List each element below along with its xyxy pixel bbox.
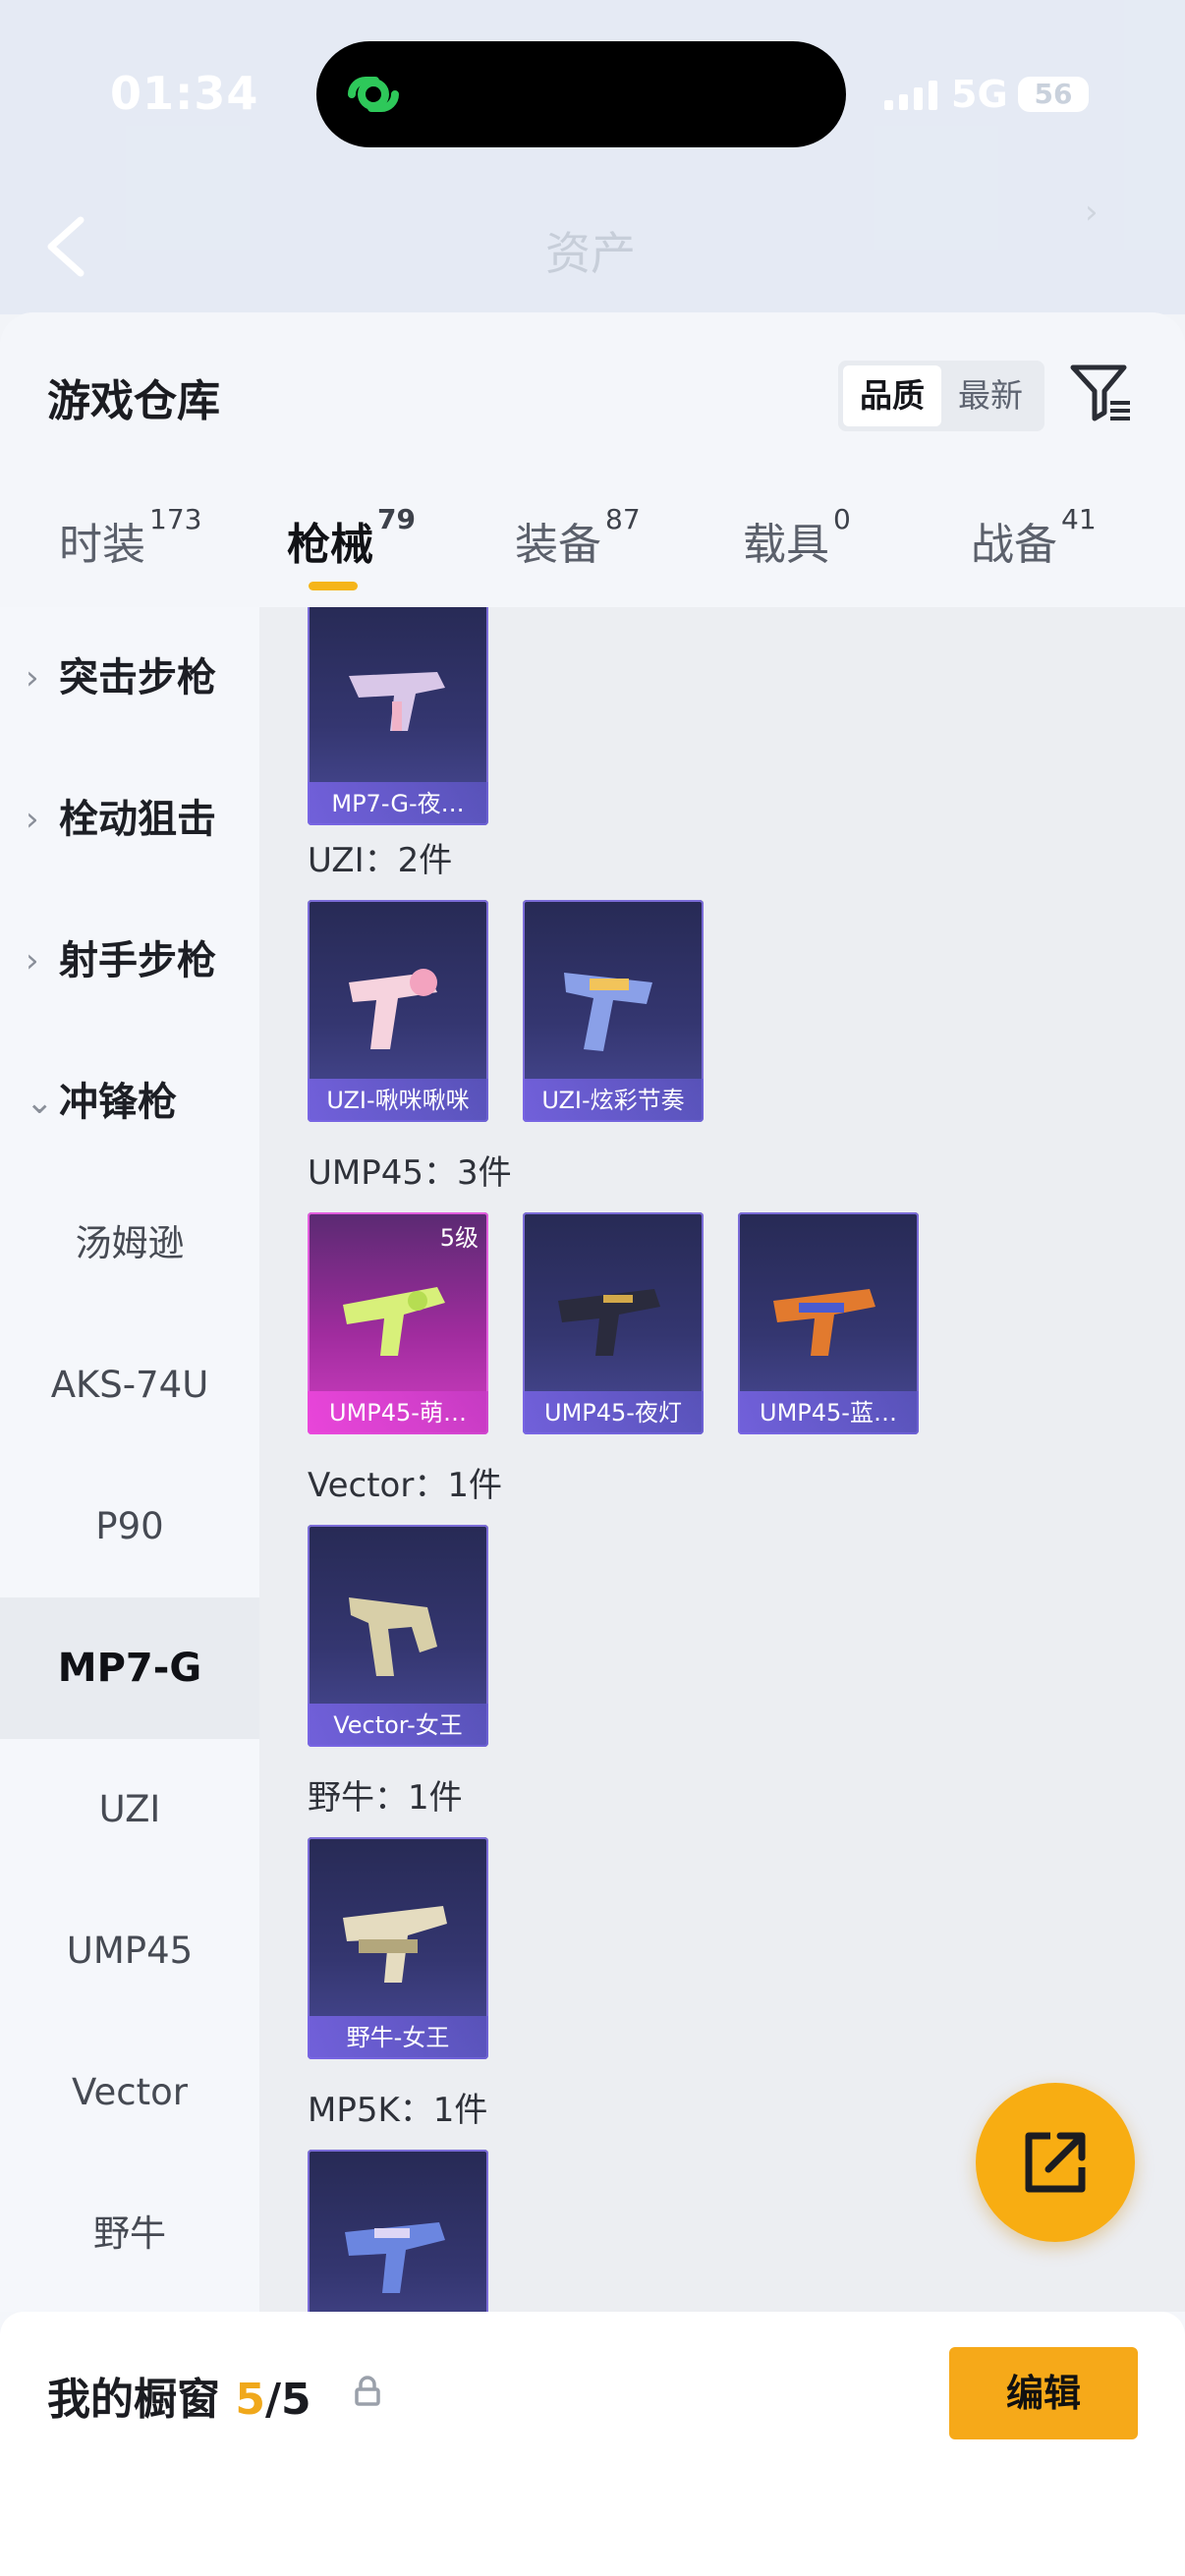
weapon-card[interactable]: 野牛-女王 (308, 1837, 488, 2059)
battery-indicator: 56 (1018, 77, 1089, 112)
weapon-card-name: UZI-啾咪啾咪 (308, 1079, 488, 1122)
back-arrow-icon[interactable] (43, 214, 86, 279)
sidebar-item-bizon[interactable]: 野牛 (0, 2163, 259, 2305)
chevron-right-icon: › (26, 658, 39, 698)
sidebar-item-aks74u[interactable]: AKS-74U (0, 1315, 259, 1456)
sidebar-item-smg[interactable]: ⌄ 冲锋枪 (0, 1032, 259, 1173)
sidebar-item-assault-rifle[interactable]: › 突击步枪 (0, 607, 259, 749)
weapon-card[interactable]: 5级 UMP45-萌… (308, 1212, 488, 1434)
tab-equipment[interactable]: 装备87 (515, 503, 641, 572)
chevron-right-icon: › (1085, 193, 1099, 232)
weapon-skin-image (343, 1906, 447, 1983)
tab-vehicles[interactable]: 载具0 (743, 503, 851, 572)
weapon-card[interactable]: UZI-啾咪啾咪 (308, 900, 488, 1122)
tab-costume[interactable]: 时装173 (59, 503, 201, 572)
dynamic-island (316, 41, 846, 147)
weapon-card[interactable]: UMP45-蓝… (738, 1212, 919, 1434)
weapon-skin-image (558, 1289, 660, 1356)
weapon-card-name: 野牛-女王 (308, 2016, 488, 2059)
section-label-ump45: UMP45：3件 (308, 1153, 512, 1193)
signal-icon (884, 81, 937, 110)
weapon-skin-image (345, 2222, 445, 2293)
status-time: 01:34 (110, 67, 259, 120)
weapon-card-name: MP7-G-夜… (308, 782, 488, 825)
showcase-title-text: 我的橱窗 (47, 2375, 220, 2425)
showcase-title: 我的橱窗 5/5 (47, 2364, 311, 2427)
section-label-uzi: UZI：2件 (308, 841, 453, 880)
weapon-card-name: UMP45-夜灯 (523, 1391, 704, 1434)
filter-icon[interactable] (1069, 362, 1134, 422)
edit-button[interactable]: 编辑 (949, 2347, 1138, 2439)
page-title: 游戏仓库 (47, 376, 220, 426)
section-label-vector: Vector：1件 (308, 1466, 502, 1505)
network-label: 5G (951, 73, 1008, 116)
share-button[interactable] (976, 2083, 1135, 2242)
share-icon (1025, 2132, 1086, 2193)
showcase-total: /5 (264, 2375, 311, 2425)
weapon-card[interactable]: UZI-炫彩节奏 (523, 900, 704, 1122)
weapon-skin-image (564, 973, 652, 1051)
weapon-card[interactable] (308, 2150, 488, 2312)
weapon-card[interactable]: MP7-G-夜… (308, 607, 488, 825)
sidebar-item-vector[interactable]: Vector (0, 2022, 259, 2163)
lock-icon (355, 2376, 380, 2406)
tab-firearms[interactable]: 枪械79 (287, 503, 416, 572)
weapon-skin-image (773, 1289, 875, 1356)
chevron-right-icon: › (26, 800, 39, 839)
section-label-mp5k: MP5K：1件 (308, 2091, 488, 2130)
background-page-title: 资产 (545, 227, 636, 280)
tab-tactical[interactable]: 战备41 (971, 503, 1097, 572)
weapon-card[interactable]: UMP45-夜灯 (523, 1212, 704, 1434)
chevron-down-icon: ⌄ (26, 1083, 54, 1122)
sidebar-item-marksman-rifle[interactable]: › 射手步枪 (0, 890, 259, 1032)
sidebar-item-ump45[interactable]: UMP45 (0, 1880, 259, 2022)
sort-newest-button[interactable]: 最新 (941, 365, 1040, 426)
category-sidebar: › 突击步枪 › 栓动狙击 › 射手步枪 ⌄ 冲锋枪 汤姆逊 AKS-74U P90 M… (0, 607, 259, 2312)
weapon-skin-image (349, 672, 445, 731)
chevron-right-icon: › (26, 941, 39, 980)
weapon-grid: MP7-G-夜… UZI：2件 UZI-啾咪啾咪 UZI-炫彩节奏 UMP45：… (259, 607, 1185, 2312)
weapon-skin-image (349, 1597, 437, 1676)
sidebar-item-mp7g[interactable]: MP7-G (0, 1597, 259, 1739)
app-link-icon (348, 77, 399, 112)
weapon-skin-image (343, 1287, 445, 1356)
weapon-card[interactable]: Vector-女王 (308, 1525, 488, 1747)
sidebar-item-bolt-sniper[interactable]: › 栓动狙击 (0, 749, 259, 890)
sidebar-item-p90[interactable]: P90 (0, 1456, 259, 1597)
section-label-bizon: 野牛：1件 (308, 1778, 463, 1818)
weapon-card-name: Vector-女王 (308, 1704, 488, 1747)
weapon-card-name: UZI-炫彩节奏 (523, 1079, 704, 1122)
sort-toggle: 品质 最新 (838, 361, 1044, 431)
weapon-card-name: UMP45-蓝… (738, 1391, 919, 1434)
sidebar-item-uzi[interactable]: UZI (0, 1739, 259, 1880)
showcase-count: 5 (235, 2375, 265, 2425)
sidebar-item-thompson[interactable]: 汤姆逊 (0, 1173, 259, 1315)
weapon-skin-image (349, 969, 437, 1049)
sort-quality-button[interactable]: 品质 (843, 365, 941, 426)
weapon-card-name: UMP45-萌… (308, 1391, 488, 1434)
active-tab-indicator (309, 582, 358, 590)
